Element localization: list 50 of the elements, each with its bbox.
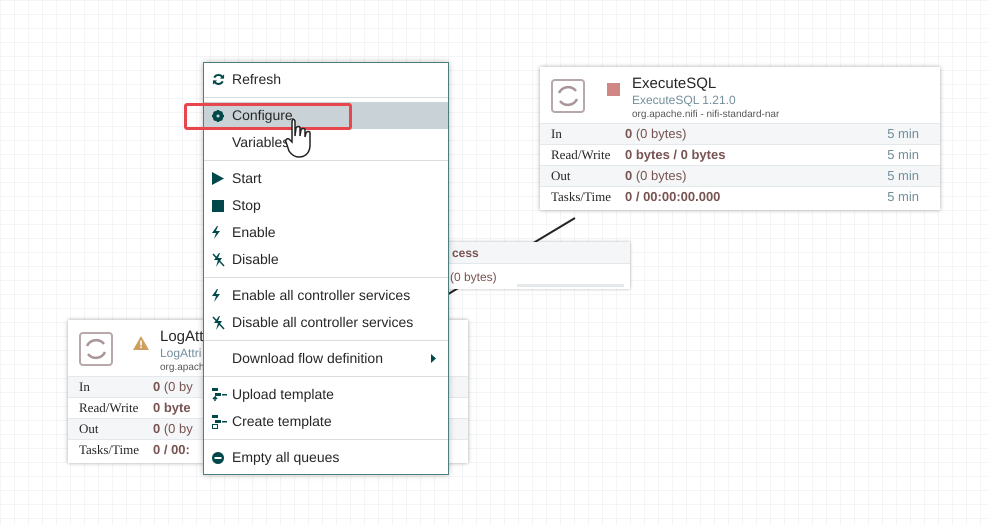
stat-label: Tasks/Time — [550, 188, 612, 206]
template-icon — [212, 414, 227, 428]
refresh-icon — [212, 73, 225, 86]
processor-card[interactable]: ExecuteSQL ExecuteSQL 1.21.0 org.apache.nifi - nifi-standard-nar In 0 (0 bytes) 5 min Read/Write 0 bytes / 0 bytes 5 min Out 0 (0 bytes) 5 min Tasks/Time 0 / 00:00:00.000 5 min — [540, 67, 940, 210]
menu-item[interactable]: Upload template — [204, 381, 448, 408]
stat-label: In — [550, 125, 563, 144]
stat-time: 5 min — [887, 125, 920, 144]
template-upload-icon — [212, 388, 227, 401]
play-icon — [212, 172, 224, 185]
stat-value: 0 / 00: — [153, 441, 190, 460]
settings-icon — [212, 110, 224, 122]
menu-item[interactable]: Start — [204, 165, 448, 192]
stat-value: 0 bytes / 0 bytes — [625, 146, 726, 164]
stat-label: Out — [550, 167, 572, 186]
processor-bundle: org.apach — [160, 361, 204, 374]
stat-label: In — [78, 378, 91, 396]
processor-type: ExecuteSQL 1.21.0 — [632, 93, 737, 108]
stat-label: Read/Write — [550, 146, 612, 164]
stat-value: 0 (0 bytes) — [625, 125, 686, 144]
menu-item[interactable]: Download flow definition — [204, 345, 448, 372]
stat-time: 5 min — [887, 188, 920, 206]
crossed-lightning-icon — [212, 252, 225, 266]
processor-bundle: org.apache.nifi - nifi-standard-nar — [632, 108, 780, 121]
menu-item[interactable]: Stop — [204, 192, 448, 219]
stat-time: 5 min — [887, 146, 920, 164]
menu-item[interactable]: Empty all queues — [204, 444, 448, 471]
processor-type: LogAttri — [160, 346, 202, 361]
connection-name: cess — [452, 244, 479, 262]
processor-name: LogAtt — [160, 328, 204, 346]
processor-icon — [550, 78, 586, 114]
stat-time: 5 min — [887, 167, 920, 186]
stat-label: Out — [78, 420, 100, 438]
processor-name: ExecuteSQL — [632, 75, 718, 93]
stat-value: 0 (0 by — [153, 378, 193, 396]
lightning-icon — [212, 226, 220, 239]
lightning-icon — [212, 289, 220, 302]
stat-value: 0 / 00:00:00.000 — [625, 188, 720, 206]
menu-item[interactable]: Create template — [204, 408, 448, 435]
stop-icon — [212, 200, 224, 212]
queued-value: (0 bytes) — [450, 268, 497, 286]
menu-item[interactable]: Refresh — [204, 66, 448, 93]
stat-value: 0 (0 bytes) — [625, 167, 686, 186]
stat-label: Read/Write — [78, 399, 140, 418]
minus-circle-icon — [212, 452, 224, 464]
stat-label: Tasks/Time — [78, 441, 140, 460]
processor-icon — [78, 331, 114, 367]
stat-value: 0 (0 by — [153, 420, 193, 438]
menu-item[interactable]: Disable all controller services — [204, 309, 448, 336]
crossed-lightning-icon — [212, 316, 225, 330]
stat-value: 0 byte — [153, 399, 191, 418]
